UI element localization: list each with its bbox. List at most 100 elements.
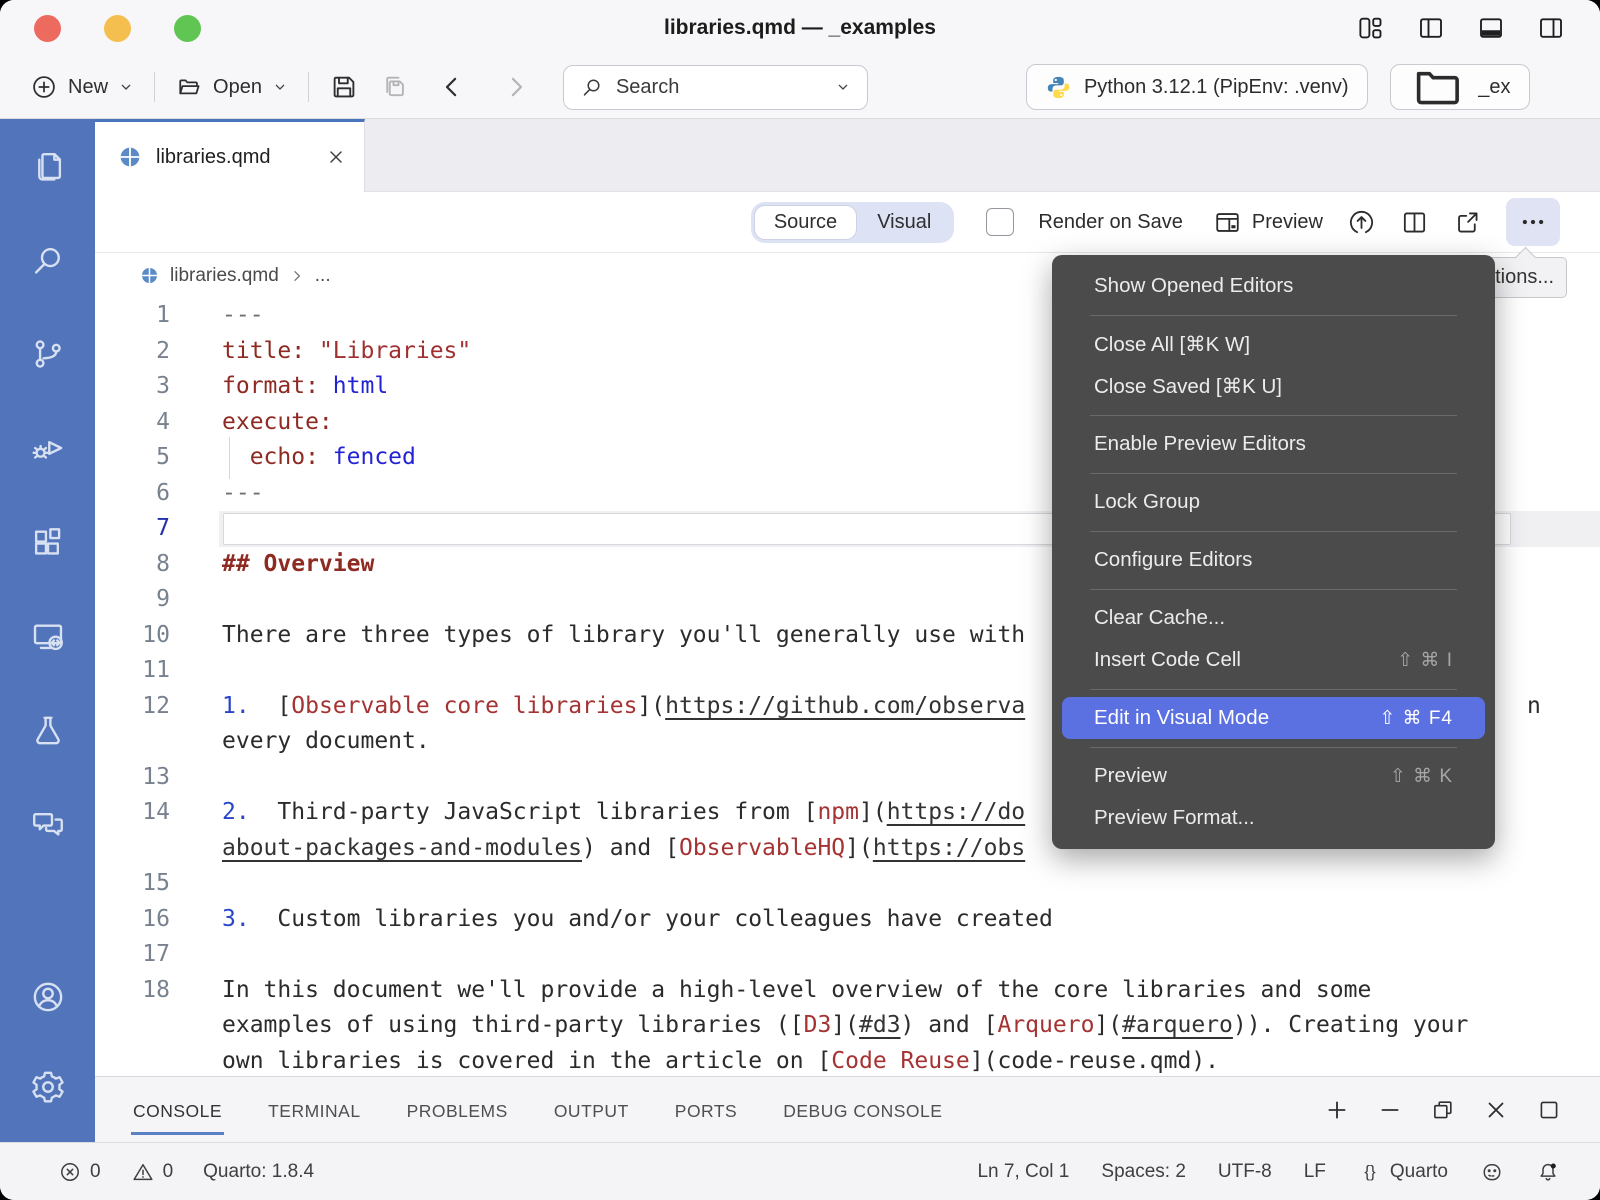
sidebar-item-settings[interactable] [29, 1068, 67, 1106]
publish-icon[interactable] [1347, 208, 1376, 237]
panel-tab-console[interactable]: CONSOLE [131, 1083, 224, 1137]
toggle-secondary-sidebar-icon[interactable] [1536, 13, 1566, 43]
panel-tab-ports[interactable]: PORTS [673, 1083, 739, 1137]
quarto-file-icon [117, 144, 143, 170]
status-item-quarto-1-8-4[interactable]: Quarto: 1.8.4 [203, 1161, 314, 1183]
status-item-0[interactable]: 0 [58, 1160, 101, 1184]
menu-item-close-all-k-w[interactable]: Close All [⌘K W] [1052, 323, 1495, 365]
split-editor-icon[interactable] [1400, 208, 1429, 237]
breadcrumb-more[interactable]: ... [315, 265, 331, 287]
zoom-window-button[interactable] [174, 15, 201, 42]
panel-minus-icon[interactable] [1377, 1097, 1403, 1123]
sidebar-item-testing[interactable] [29, 711, 67, 749]
menu-item-configure-editors[interactable]: Configure Editors [1052, 539, 1495, 581]
menu-item-label: Preview Format... [1094, 806, 1255, 830]
menu-item-preview-format[interactable]: Preview Format... [1052, 797, 1495, 839]
editor-tab-strip: libraries.qmd [95, 119, 1600, 192]
activity-bar [0, 119, 95, 1142]
panel-tab-terminal[interactable]: TERMINAL [266, 1083, 362, 1137]
code-line[interactable]: own libraries is covered in the article … [95, 1044, 1600, 1077]
panel-plus-icon[interactable] [1324, 1097, 1350, 1123]
chevron-down-icon [118, 79, 134, 95]
sidebar-item-run-debug[interactable] [29, 429, 67, 467]
interpreter-selector[interactable]: Python 3.12.1 (PipEnv: .venv) [1026, 64, 1368, 110]
code-line[interactable]: 15 [95, 866, 1600, 902]
menu-separator [1052, 465, 1495, 481]
close-tab-icon[interactable] [326, 147, 346, 167]
back-icon[interactable] [437, 72, 467, 102]
sidebar-item-search[interactable] [29, 241, 67, 279]
sidebar-item-remote-explorer[interactable] [29, 617, 67, 655]
menu-item-clear-cache[interactable]: Clear Cache... [1052, 597, 1495, 639]
save-icon[interactable] [329, 72, 359, 102]
menu-item-preview[interactable]: Preview⇧ ⌘ K [1052, 755, 1495, 797]
menu-item-edit-in-visual-mode[interactable]: Edit in Visual Mode ⇧ ⌘ F4 [1062, 697, 1485, 739]
toggle-primary-sidebar-icon[interactable] [1416, 13, 1446, 43]
code-line[interactable]: examples of using third-party libraries … [95, 1008, 1600, 1044]
menu-item-close-saved-k-u[interactable]: Close Saved [⌘K U] [1052, 365, 1495, 407]
menu-item-label: Close All [⌘K W] [1094, 332, 1250, 357]
sidebar-item-comments[interactable] [29, 805, 67, 843]
sidebar-item-extensions[interactable] [29, 523, 67, 561]
status-item-spaces-2[interactable]: Spaces: 2 [1101, 1161, 1186, 1183]
code-text: 3. Custom libraries you and/or your coll… [222, 902, 1053, 938]
render-on-save-checkbox[interactable] [986, 208, 1014, 236]
sidebar-item-account[interactable] [29, 978, 67, 1016]
status-item[interactable] [1536, 1160, 1560, 1184]
preview-button[interactable]: Preview [1213, 208, 1323, 237]
status-item-0[interactable]: 0 [131, 1160, 174, 1184]
panel-tab-output[interactable]: OUTPUT [552, 1083, 631, 1137]
search-icon [580, 75, 604, 99]
menu-item-insert-code-cell[interactable]: Insert Code Cell⇧ ⌘ I [1052, 639, 1495, 681]
line-number: 4 [95, 405, 170, 441]
panel-close-icon[interactable] [1483, 1097, 1509, 1123]
sidebar-item-explorer[interactable] [29, 147, 67, 185]
breadcrumb-file[interactable]: libraries.qmd [170, 265, 279, 287]
line-number: 15 [95, 866, 170, 902]
status-item-quarto[interactable]: {}Quarto [1358, 1160, 1448, 1184]
code-line[interactable]: 18In this document we'll provide a high-… [95, 973, 1600, 1009]
close-window-button[interactable] [34, 15, 61, 42]
open-in-new-window-icon[interactable] [1453, 208, 1482, 237]
line-number: 8 [95, 547, 170, 583]
svg-text:{}: {} [1364, 1162, 1376, 1181]
menu-item-enable-preview-editors[interactable]: Enable Preview Editors [1052, 423, 1495, 465]
toggle-panel-icon[interactable] [1476, 13, 1506, 43]
status-item-ln-7-col-1[interactable]: Ln 7, Col 1 [977, 1161, 1069, 1183]
panel-maximize-icon[interactable] [1536, 1097, 1562, 1123]
preview-icon [1213, 208, 1242, 237]
panel-tab-problems[interactable]: PROBLEMS [405, 1083, 510, 1137]
more-actions-button[interactable] [1506, 198, 1560, 246]
sidebar-item-source-control[interactable] [29, 335, 67, 373]
search-input[interactable]: Search [563, 65, 868, 110]
customize-layout-icon[interactable] [1356, 13, 1386, 43]
code-text: title: "Libraries" [222, 334, 471, 370]
status-text: LF [1304, 1161, 1326, 1183]
code-text: every document. [222, 724, 430, 760]
panel-restore-icon[interactable] [1430, 1097, 1456, 1123]
python-logo-icon [1045, 74, 1072, 101]
open-button[interactable]: Open [175, 73, 288, 101]
status-item-lf[interactable]: LF [1304, 1161, 1326, 1183]
panel-tab-debug-console[interactable]: DEBUG CONSOLE [781, 1083, 944, 1137]
code-line[interactable]: 163. Custom libraries you and/or your co… [95, 902, 1600, 938]
quarto-file-icon [139, 265, 160, 286]
menu-separator [1052, 681, 1495, 697]
status-item-utf-8[interactable]: UTF-8 [1218, 1161, 1272, 1183]
menu-item-shortcut: ⇧ ⌘ F4 [1379, 707, 1453, 730]
new-button[interactable]: New [30, 73, 134, 101]
status-item[interactable] [1480, 1160, 1504, 1184]
menu-item-label: Edit in Visual Mode [1094, 706, 1269, 730]
workspace-button[interactable]: _ex [1390, 64, 1530, 110]
save-all-icon [381, 72, 411, 102]
visual-mode-button[interactable]: Visual [857, 205, 951, 240]
interpreter-label: Python 3.12.1 (PipEnv: .venv) [1084, 76, 1349, 99]
code-text: examples of using third-party libraries … [222, 1008, 1468, 1044]
menu-item-show-opened-editors[interactable]: Show Opened Editors [1052, 265, 1495, 307]
status-text: Quarto: 1.8.4 [203, 1161, 314, 1183]
tab-libraries-qmd[interactable]: libraries.qmd [95, 119, 365, 192]
code-line[interactable]: 17 [95, 937, 1600, 973]
source-mode-button[interactable]: Source [754, 205, 857, 240]
minimize-window-button[interactable] [104, 15, 131, 42]
menu-item-lock-group[interactable]: Lock Group [1052, 481, 1495, 523]
